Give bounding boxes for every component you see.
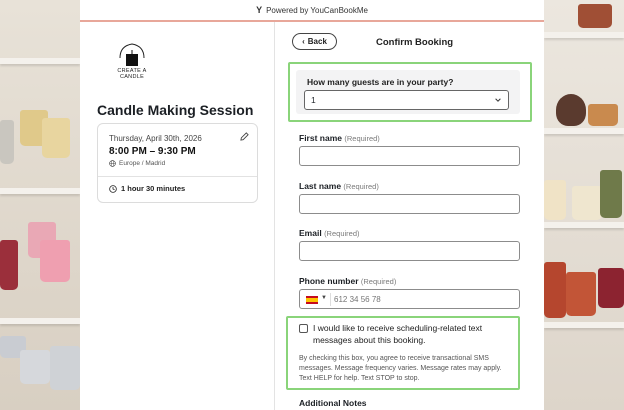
candle-jar: [20, 350, 50, 384]
business-logo: CREATE A CANDLE: [106, 40, 158, 80]
guests-section: How many guests are in your party? 1: [296, 70, 520, 114]
shelf: [544, 32, 624, 38]
back-button[interactable]: ‹ Back: [292, 33, 337, 50]
session-date: Thursday, April 30th, 2026: [109, 134, 202, 143]
candle-jar: [0, 120, 14, 164]
candle-jar: [42, 118, 70, 158]
youcanbookme-logo-icon: Y: [256, 5, 263, 15]
candle-jar: [598, 268, 624, 308]
divider: [98, 176, 257, 177]
shelf: [544, 128, 624, 134]
timezone-label: Europe / Madrid: [119, 160, 166, 167]
session-summary-panel: CREATE A CANDLE Candle Making Session Th…: [80, 22, 275, 410]
required-note: (Required): [360, 277, 397, 286]
booking-form-panel: ‹ Back Confirm Booking How many guests a…: [276, 22, 544, 410]
candle-jar: [572, 186, 602, 220]
candle-jar: [578, 4, 612, 28]
shelf: [0, 188, 80, 194]
email-input[interactable]: [299, 241, 520, 261]
duration-label: 1 hour 30 minutes: [121, 184, 186, 193]
logo-text: CREATE A CANDLE: [117, 68, 147, 80]
first-name-label-text: First name: [299, 133, 342, 143]
candle-jar: [50, 346, 80, 390]
phone-label-text: Phone number: [299, 276, 359, 286]
session-title: Candle Making Session: [97, 102, 254, 118]
candle-jar: [566, 272, 596, 316]
shelf: [544, 222, 624, 228]
required-note: (Required): [343, 182, 379, 191]
last-name-input[interactable]: [299, 194, 520, 214]
spain-flag-icon[interactable]: [306, 296, 318, 304]
phone-label: Phone number (Required): [299, 276, 396, 286]
phone-field: ▼: [299, 289, 520, 309]
background-left-shelves: [0, 0, 80, 410]
last-name-label-text: Last name: [299, 181, 342, 191]
shelf: [544, 322, 624, 328]
shelf: [0, 318, 80, 324]
phone-input[interactable]: [334, 292, 514, 307]
divider: [330, 293, 331, 306]
candle-jar: [544, 262, 566, 318]
back-label: Back: [307, 37, 327, 46]
session-details-box: Thursday, April 30th, 2026 8:00 PM – 9:3…: [97, 123, 258, 203]
first-name-input[interactable]: [299, 146, 520, 166]
required-note: (Required): [344, 134, 380, 143]
email-label-text: Email: [299, 228, 322, 238]
booking-card: CREATE A CANDLE Candle Making Session Th…: [80, 22, 544, 410]
sms-consent-label: I would like to receive scheduling-relat…: [313, 323, 483, 345]
additional-notes-label: Additional Notes: [299, 398, 367, 408]
last-name-label: Last name (Required): [299, 181, 379, 191]
decor-lettering: [562, 358, 606, 388]
powered-by-bar: Y Powered by YouCanBookMe: [80, 0, 544, 20]
candle-jar: [40, 240, 70, 282]
candle-logo-icon: [119, 43, 145, 66]
page-title: Confirm Booking: [376, 37, 454, 48]
background-right-shelves: [544, 0, 624, 410]
sms-fine-print: By checking this box, you agree to recei…: [299, 355, 502, 382]
session-duration: 1 hour 30 minutes: [109, 184, 185, 193]
shelf: [0, 58, 80, 64]
session-time: 8:00 PM – 9:30 PM: [109, 146, 196, 157]
chevron-down-icon: [494, 96, 502, 104]
email-label: Email (Required): [299, 228, 360, 238]
first-name-label: First name (Required): [299, 133, 380, 143]
caret-down-icon[interactable]: ▼: [321, 295, 327, 301]
candle-jar: [600, 170, 622, 218]
candle-jar: [588, 104, 618, 126]
sms-consent-checkbox[interactable]: [299, 324, 308, 333]
globe-icon: [109, 160, 116, 167]
guests-select[interactable]: 1: [304, 90, 509, 110]
guests-selected-value: 1: [311, 95, 316, 105]
chevron-left-icon: ‹: [302, 37, 305, 46]
session-timezone: Europe / Madrid: [109, 160, 165, 167]
clock-icon: [109, 184, 117, 193]
candle-jar: [0, 240, 18, 290]
edit-pencil-icon[interactable]: [240, 132, 250, 142]
guests-label: How many guests are in your party?: [307, 77, 454, 87]
powered-by-text: Powered by YouCanBookMe: [266, 5, 368, 15]
pumpkin-candle: [556, 94, 586, 126]
candle-jar: [544, 180, 566, 220]
required-note: (Required): [324, 229, 360, 238]
